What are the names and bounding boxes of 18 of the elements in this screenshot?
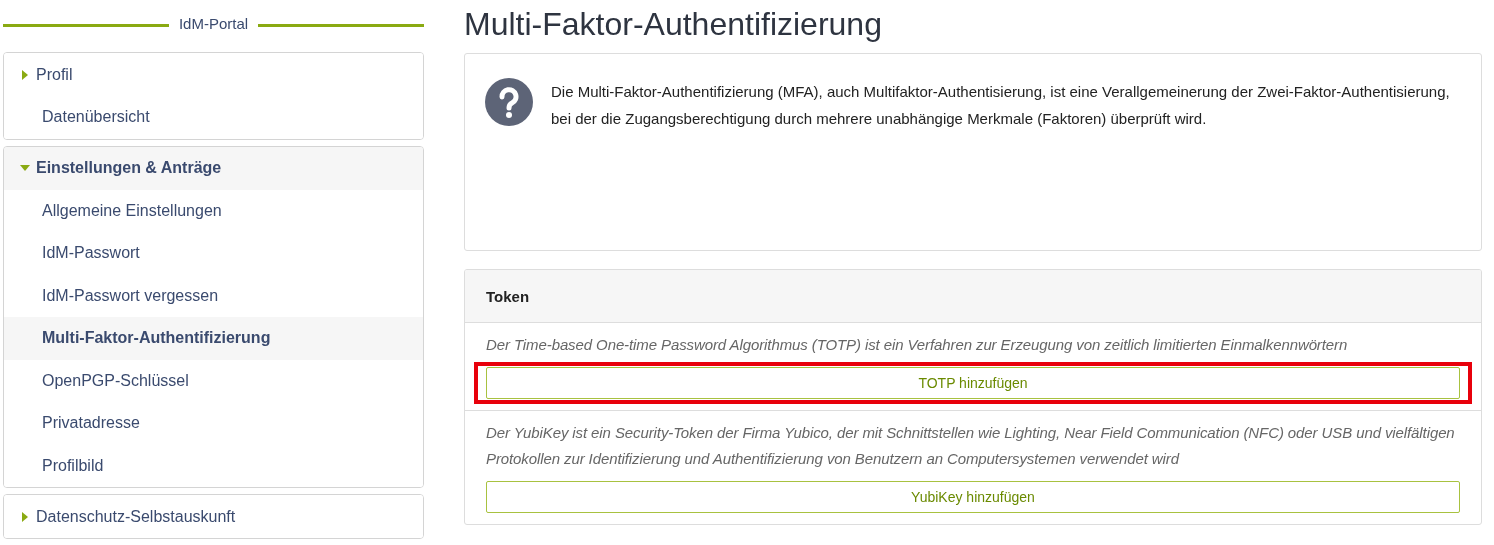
info-text: Die Multi-Faktor-Authentifizierung (MFA), auch Multifaktor-Authentisierung, ist eine Verallgemeinerung der Zwei-Faktor-Authentisierung, bei der die Zugangsberechtigung durch mehrere unabhängige Merkmale (Faktoren) überprüft wird. xyxy=(551,82,1451,129)
nav-group-label: Datenschutz-Selbstauskunft xyxy=(36,507,236,526)
nav-group-label: Profil xyxy=(36,65,73,84)
token-description: Der YubiKey ist ein Security-Token der Firma Yubico, der mit Schnittstellen wie Lighting, Near Field Communication (NFC) oder USB und vielfältigen Protokollen zur Identifizierung und Authentifizierung von Benutzern an Computersystemen verwendet wird xyxy=(486,423,1456,469)
caret-right-icon xyxy=(20,511,30,522)
portal-title: IdM-Portal xyxy=(178,14,249,32)
question-icon xyxy=(485,78,533,126)
add-token-button[interactable]: TOTP hinzufügen xyxy=(486,367,1460,399)
add-token-button[interactable]: YubiKey hinzufügen xyxy=(486,481,1460,513)
caret-right-icon xyxy=(20,69,30,80)
token-description: Der Time-based One-time Password Algorithmus (TOTP) ist ein Verfahren zur Erzeugung von zeitlich limitierten Einmalkennwörtern xyxy=(486,335,1349,355)
panel-title: Token xyxy=(465,270,1481,323)
nav-item[interactable]: Multi-Faktor-Authentifizierung xyxy=(4,317,423,360)
caret-down-icon xyxy=(20,163,30,173)
nav-group-header[interactable]: Einstellungen & Anträge xyxy=(4,146,423,190)
page-title: Multi-Faktor-Authentifizierung xyxy=(464,6,883,44)
nav-group-header[interactable]: Datenschutz-Selbstauskunft xyxy=(4,495,423,538)
nav-group-label: Einstellungen & Anträge xyxy=(36,159,222,177)
